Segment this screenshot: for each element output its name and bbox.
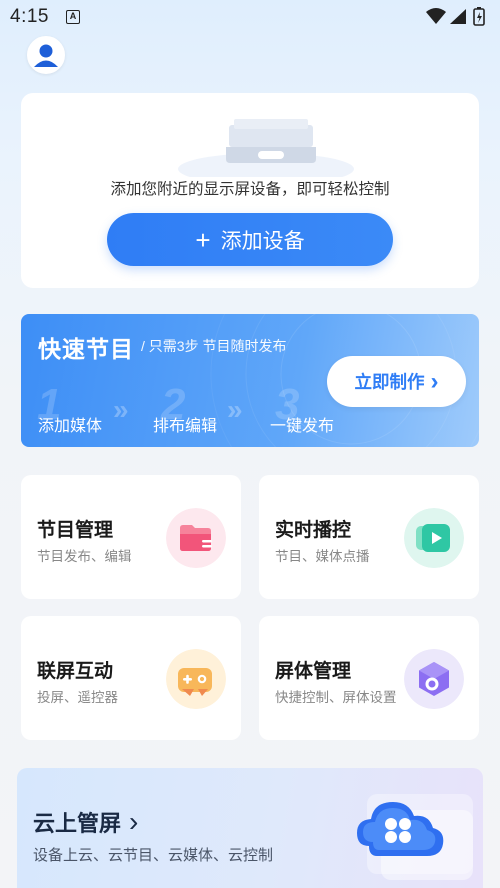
settings-nut-icon: [404, 649, 464, 709]
folder-icon: [166, 508, 226, 568]
quick-program-title: 快速节目: [38, 336, 134, 362]
add-device-card: 添加您附近的显示屏设备，即可轻松控制 + 添加设备: [21, 93, 479, 288]
feature-title: 节目管理: [37, 520, 114, 541]
step-label-1: 添加媒体: [38, 418, 103, 435]
quick-program-card[interactable]: 快速节目 / 只需3步 节目随时发布 1 添加媒体 » 2 排布编辑 » 3 一…: [21, 314, 479, 447]
status-bar: 4:15 A: [0, 0, 500, 34]
feature-card-realtime-control[interactable]: 实时播控 节目、媒体点播: [259, 475, 479, 599]
step-arrow-icon: »: [113, 394, 128, 425]
feature-card-program-management[interactable]: 节目管理 节目发布、编辑: [21, 475, 241, 599]
play-icon: [404, 508, 464, 568]
step-label-3: 一键发布: [270, 418, 335, 435]
cloud-title-row: 云上管屏 ›: [33, 806, 138, 838]
make-now-label: 立即制作: [354, 372, 425, 392]
feature-title: 实时播控: [275, 520, 352, 541]
cloud-management-card[interactable]: 云上管屏 › 设备上云、云节目、云媒体、云控制: [17, 768, 483, 888]
wifi-icon: [426, 8, 446, 24]
feature-desc: 节目发布、编辑: [37, 549, 132, 564]
user-icon: [29, 38, 63, 72]
plus-icon: +: [195, 224, 211, 255]
cloud-title: 云上管屏: [33, 811, 122, 836]
add-device-button[interactable]: + 添加设备: [107, 213, 393, 266]
status-time: 4:15: [10, 6, 49, 27]
gamepad-icon: [166, 649, 226, 709]
device-hint-text: 添加您附近的显示屏设备，即可轻松控制: [110, 181, 390, 198]
step-arrow-icon: »: [227, 394, 242, 425]
chevron-right-icon: ›: [430, 367, 439, 395]
status-icons: [426, 7, 485, 26]
cloud-desc: 设备上云、云节目、云媒体、云控制: [33, 847, 274, 864]
feature-title: 联屏互动: [37, 661, 114, 682]
feature-desc: 快捷控制、屏体设置: [275, 690, 397, 705]
feature-title: 屏体管理: [275, 661, 352, 682]
chevron-right-icon: ›: [129, 806, 139, 837]
feature-desc: 投屏、遥控器: [37, 690, 118, 705]
feature-card-screen-management[interactable]: 屏体管理 快捷控制、屏体设置: [259, 616, 479, 740]
step-label-2: 排布编辑: [153, 418, 218, 435]
feature-card-screen-interaction[interactable]: 联屏互动 投屏、遥控器: [21, 616, 241, 740]
quick-program-subtitle: / 只需3步 节目随时发布: [141, 338, 287, 354]
add-device-label: 添加设备: [220, 229, 305, 253]
feature-desc: 节目、媒体点播: [275, 549, 370, 564]
notification-a-icon: A: [66, 10, 80, 24]
signal-icon: [450, 9, 466, 24]
cloud-icon: [357, 794, 473, 880]
make-now-button[interactable]: 立即制作 ›: [327, 356, 466, 407]
device-box-illustration: [178, 119, 354, 177]
avatar[interactable]: [27, 36, 65, 74]
